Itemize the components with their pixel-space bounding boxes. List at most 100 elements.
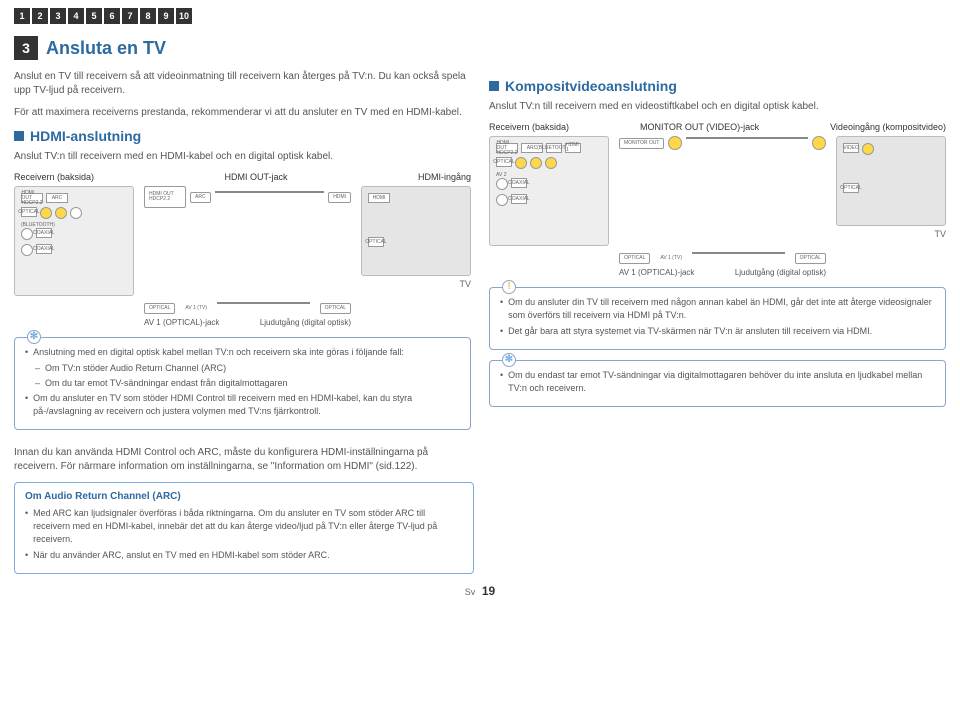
arc-head: Om Audio Return Channel (ARC) [25, 491, 463, 502]
port-hdmi1 [70, 207, 82, 219]
plug-optical-tvc: OPTICAL [795, 253, 826, 264]
comp-desc: Anslut TV:n till receivern med en videos… [489, 100, 946, 114]
foot-page: 19 [482, 584, 495, 598]
warn-b1: Om du ansluter din TV till receivern med… [508, 296, 935, 322]
lbl-receiver-c: Receivern (baksida) [489, 122, 569, 132]
port-bt-c: (BLUETOOTH) [546, 143, 562, 153]
tv-panel: HDMI OPTICAL [361, 186, 471, 276]
plug-video-y [668, 136, 682, 150]
note-right-b1: Om du endast tar emot TV-sändningar via … [508, 369, 935, 395]
receiver-panel: HDMI OUT HDCP2.2 ARC OPTICAL (BLUETOOTH)… [14, 186, 134, 296]
nav-9[interactable]: 9 [158, 8, 174, 24]
tv-video-jack [862, 143, 874, 155]
lbl-audio-out-c: Ljudutgång (digital optisk) [735, 268, 826, 277]
note-left-s1: Om TV:n stöder Audio Return Channel (ARC… [45, 362, 226, 375]
plug-optical-tv: OPTICAL [320, 303, 351, 314]
note-right: Om du endast tar emot TV-sändningar via … [489, 360, 946, 407]
lbl-hdmiout-jack: HDMI OUT-jack [225, 172, 288, 182]
nav-3[interactable]: 3 [50, 8, 66, 24]
star-icon [27, 330, 41, 344]
lbl-av1-optical-jack: AV 1 (OPTICAL)-jack [144, 318, 219, 327]
port-coax-c2: COAXIAL [511, 194, 527, 204]
nav-6[interactable]: 6 [104, 8, 120, 24]
bottom-block: Innan du kan använda HDMI Control och AR… [14, 446, 474, 574]
plug-video-y2 [812, 136, 826, 150]
lbl-av1-optical-jack-c: AV 1 (OPTICAL)-jack [619, 268, 694, 277]
section-header: 3 Ansluta en TV [14, 36, 946, 60]
tv-optical-port-c: OPTICAL [843, 183, 859, 193]
port-hdmi1-c: HDMI 1 [565, 143, 581, 153]
port-coax2: COAXIAL [36, 244, 52, 254]
plug-optical-c: OPTICAL [619, 253, 650, 264]
nav-8[interactable]: 8 [140, 8, 156, 24]
page-footer: Sv 19 [14, 584, 946, 598]
lbl-tv: TV [459, 280, 471, 289]
note-left-b2: Om du ansluter en TV som stöder HDMI Con… [33, 392, 460, 418]
warn-icon: ! [502, 280, 516, 294]
tv-optical-port: OPTICAL [368, 237, 384, 247]
nav-5[interactable]: 5 [86, 8, 102, 24]
port-arc: ARC [46, 193, 68, 203]
comp-heading: Kompositvideoanslutning [489, 78, 946, 94]
composite-diagram: Receivern (baksida) MONITOR OUT (VIDEO)-… [489, 122, 946, 277]
lbl-vin: Videoingång (kompositvideo) [830, 122, 946, 132]
intro-p1: Anslut en TV till receivern så att video… [14, 70, 471, 98]
hdmi-heading: HDMI-anslutning [14, 128, 471, 144]
plug-optical: OPTICAL [144, 303, 175, 314]
warn-box: ! Om du ansluter din TV till receivern m… [489, 287, 946, 350]
tv-panel-c: VIDEO OPTICAL [836, 136, 946, 226]
lbl-av1tv: AV 1 (TV) [185, 306, 207, 311]
port-audio1-c [496, 194, 508, 206]
port-optical-1: OPTICAL [21, 207, 37, 217]
plug-monout: MONITOR OUT [619, 138, 664, 149]
port-video-1 [40, 207, 52, 219]
port-coax-c1: COAXIAL [511, 178, 527, 188]
port-hdmi-out: HDMI OUT HDCP2.2 [21, 193, 43, 203]
nav-10[interactable]: 10 [176, 8, 192, 24]
foot-lang: Sv [465, 587, 476, 597]
intro-p2: För att maximera receiverns prestanda, r… [14, 106, 471, 120]
port-av2 [21, 228, 33, 240]
port-video-c2 [530, 157, 542, 169]
plug-hdmi-in: HDMI [328, 192, 351, 203]
nav-4[interactable]: 4 [68, 8, 84, 24]
lbl-receiver: Receivern (baksida) [14, 172, 94, 182]
port-coax1: COAXIAL [36, 228, 52, 238]
section-number: 3 [14, 36, 38, 60]
lbl-audio-out: Ljudutgång (digital optisk) [260, 318, 351, 327]
star-icon-2 [502, 353, 516, 367]
nav-7[interactable]: 7 [122, 8, 138, 24]
plug-arc: ARC [190, 192, 211, 203]
warn-b2: Det går bara att styra systemet via TV-s… [508, 325, 872, 338]
note-left: Anslutning med en digital optisk kabel m… [14, 337, 471, 430]
port-video-c1 [515, 157, 527, 169]
left-column: Anslut en TV till receivern så att video… [14, 70, 471, 440]
note-left-intro: Anslutning med en digital optisk kabel m… [33, 346, 404, 359]
plug-hdmiout2: HDMI OUT HDCP2.2 [144, 186, 186, 208]
lbl-av1tv-c: AV 1 (TV) [660, 256, 682, 261]
receiver-panel-c: HDMI OUT HDCP2.2 ARC (BLUETOOTH) HDMI 1 … [489, 136, 609, 246]
port-monout [545, 157, 557, 169]
note-left-s2: Om du tar emot TV-sändningar endast från… [45, 377, 287, 390]
nav-2[interactable]: 2 [32, 8, 48, 24]
port-optical-c: OPTICAL [496, 157, 512, 167]
port-hdmi-out-c: HDMI OUT HDCP2.2 [496, 143, 518, 153]
lbl-tv-c: TV [934, 230, 946, 239]
arc-b2: När du använder ARC, anslut en TV med en… [33, 549, 329, 562]
arc-b1: Med ARC kan ljudsignaler överföras i båd… [33, 507, 463, 546]
tv-hdmi-port: HDMI [368, 193, 390, 203]
lbl-monout: MONITOR OUT (VIDEO)-jack [640, 122, 759, 132]
right-column: Kompositvideoanslutning Anslut TV:n till… [489, 70, 946, 440]
pre-arc: Innan du kan använda HDMI Control och AR… [14, 446, 474, 474]
nav-1[interactable]: 1 [14, 8, 30, 24]
port-video-2 [55, 207, 67, 219]
port-audio1 [21, 244, 33, 256]
section-title: Ansluta en TV [46, 38, 166, 59]
lbl-hdmi-in: HDMI-ingång [418, 172, 471, 182]
tv-video-port: VIDEO [843, 143, 859, 153]
page-nav: 1 2 3 4 5 6 7 8 9 10 [14, 8, 946, 24]
hdmi-desc: Anslut TV:n till receivern med en HDMI-k… [14, 150, 471, 164]
arc-box: Om Audio Return Channel (ARC) Med ARC ka… [14, 482, 474, 574]
port-av3-c [496, 178, 508, 190]
hdmi-diagram: Receivern (baksida) HDMI OUT-jack HDMI-i… [14, 172, 471, 327]
